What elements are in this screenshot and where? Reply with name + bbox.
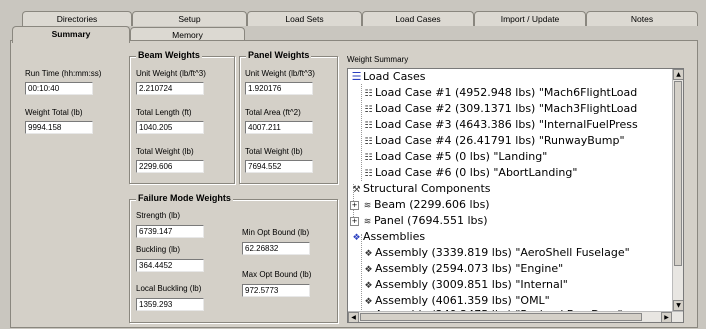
local-buckling-field[interactable]: 1359.293 (136, 298, 204, 311)
tree-node-panel[interactable]: + ≋ Panel (7694.551 lbs) (350, 213, 488, 229)
tab-load-cases[interactable]: Load Cases (362, 11, 474, 26)
tree-node-label: Assembly (2594.073 lbs) "Engine" (375, 262, 564, 275)
assembly-icon: ❖ (364, 265, 373, 275)
beam-length-label: Total Length (ft) (136, 108, 192, 117)
tree-node-structural-components[interactable]: ⚒ Structural Components (350, 181, 491, 197)
tree-node-assembly[interactable]: ❖ Assembly (2594.073 lbs) "Engine" (362, 261, 563, 277)
tree-node-label: Structural Components (363, 182, 491, 195)
buckling-label: Buckling (lb) (136, 245, 181, 254)
tree-node-label: Beam (2299.606 lbs) (374, 198, 490, 211)
load-case-icon: ☷ (364, 121, 373, 131)
tree-node-label: Assembly (4061.359 lbs) "OML" (375, 294, 550, 307)
tree-node-assembly[interactable]: ❖ Assembly (3009.851 lbs) "Internal" (362, 277, 568, 293)
tree-node-label: Load Case #3 (4643.386 lbs) "InternalFue… (375, 118, 638, 131)
tree-node-label: Panel (7694.551 lbs) (374, 214, 488, 227)
panel-unit-weight-field[interactable]: 1.920176 (245, 82, 313, 95)
tree-node-label: Assembly (3339.819 lbs) "AeroShell Fusel… (375, 246, 630, 259)
tree-node-load-case[interactable]: ☷ Load Case #6 (0 lbs) "AbortLanding" (362, 165, 577, 181)
max-opt-bound-label: Max Opt Bound (lb) (242, 270, 312, 279)
strength-field[interactable]: 6739.147 (136, 225, 204, 238)
horizontal-scrollbar[interactable]: ◀ ▶ (348, 311, 683, 322)
tab-directories[interactable]: Directories (22, 11, 132, 26)
beam-weight-field[interactable]: 2299.606 (136, 160, 204, 173)
panel-area-field[interactable]: 4007.211 (245, 121, 313, 134)
load-case-icon: ☷ (364, 153, 373, 163)
load-case-icon: ☷ (364, 89, 373, 99)
expand-icon[interactable]: + (350, 201, 359, 210)
vertical-scroll-thumb[interactable] (674, 81, 682, 266)
tree-node-load-cases[interactable]: ☰ Load Cases (350, 69, 426, 85)
scroll-up-icon[interactable]: ▲ (673, 69, 683, 80)
scroll-left-icon[interactable]: ◀ (348, 312, 359, 322)
min-opt-bound-field[interactable]: 62.26832 (242, 242, 310, 255)
panel-weight-label: Total Weight (lb) (245, 147, 303, 156)
assembly-icon: ❖ (364, 281, 373, 291)
local-buckling-label: Local Buckling (lb) (136, 284, 202, 293)
tree-node-label: Assemblies (363, 230, 426, 243)
list-icon: ☰ (351, 70, 362, 83)
tree-node-assembly[interactable]: ❖ Assembly (3339.819 lbs) "AeroShell Fuse… (362, 245, 630, 261)
tree-node-load-case[interactable]: ☷ Load Case #1 (4952.948 lbs) "Mach6Fligh… (362, 85, 637, 101)
horizontal-scroll-thumb[interactable] (360, 313, 642, 321)
load-case-icon: ☷ (364, 137, 373, 147)
buckling-field[interactable]: 364.4452 (136, 259, 204, 272)
tree-node-load-case[interactable]: ☷ Load Case #5 (0 lbs) "Landing" (362, 149, 547, 165)
strength-label: Strength (lb) (136, 211, 181, 220)
failure-mode-title: Failure Mode Weights (136, 193, 233, 203)
beam-icon: ≋ (363, 217, 372, 227)
tree-node-label: Load Case #4 (26.41791 lbs) "RunwayBump" (375, 134, 625, 147)
tree-node-label: Load Case #1 (4952.948 lbs) "Mach6Flight… (375, 86, 638, 99)
tree-node-label: Load Case #6 (0 lbs) "AbortLanding" (375, 166, 578, 179)
weight-total-label: Weight Total (lb) (25, 108, 83, 117)
run-time-label: Run Time (hh:mm:ss) (25, 69, 102, 78)
load-case-icon: ☷ (364, 169, 373, 179)
assembly-icon: ❖ (364, 249, 373, 259)
tools-icon: ⚒ (352, 185, 361, 195)
weight-summary-label: Weight Summary (347, 55, 409, 64)
tab-notes[interactable]: Notes (586, 11, 698, 26)
weight-summary-tree[interactable]: ☰ Load Cases ☷ Load Case #1 (4952.948 lbs)… (347, 68, 684, 323)
scroll-right-icon[interactable]: ▶ (661, 312, 672, 322)
beam-unit-weight-field[interactable]: 2.210724 (136, 82, 204, 95)
weight-total-field[interactable]: 9994.158 (25, 121, 93, 134)
tree-node-label: Load Cases (363, 70, 426, 83)
beam-weights-title: Beam Weights (136, 50, 202, 60)
panel-unit-weight-label: Unit Weight (lb/ft^3) (245, 69, 315, 78)
panel-weights-title: Panel Weights (246, 50, 312, 60)
run-time-field[interactable]: 00:10:40 (25, 82, 93, 95)
vertical-scrollbar[interactable]: ▲ ▼ (672, 69, 683, 322)
beam-length-field[interactable]: 1040.205 (136, 121, 204, 134)
tree-node-label: Load Case #2 (309.1371 lbs) "Mach3Flight… (375, 102, 638, 115)
beam-unit-weight-label: Unit Weight (lb/ft^3) (136, 69, 206, 78)
panel-weight-field[interactable]: 7694.552 (245, 160, 313, 173)
expand-icon[interactable]: + (350, 217, 359, 226)
tab-setup[interactable]: Setup (132, 11, 247, 26)
load-case-icon: ☷ (364, 105, 373, 115)
assembly-icon: ❖ (352, 233, 361, 243)
tab-import-update[interactable]: Import / Update (474, 11, 586, 26)
tab-summary[interactable]: Summary (12, 26, 130, 43)
tree-node-beam[interactable]: + ≋ Beam (2299.606 lbs) (350, 197, 490, 213)
tree-node-load-case[interactable]: ☷ Load Case #3 (4643.386 lbs) "InternalFu… (362, 117, 638, 133)
min-opt-bound-label: Min Opt Bound (lb) (242, 228, 310, 237)
beam-weight-label: Total Weight (lb) (136, 147, 194, 156)
scroll-down-icon[interactable]: ▼ (673, 300, 683, 311)
tree-node-label: Load Case #5 (0 lbs) "Landing" (375, 150, 548, 163)
panel-area-label: Total Area (ft^2) (245, 108, 301, 117)
max-opt-bound-field[interactable]: 972.5773 (242, 284, 310, 297)
beam-icon: ≋ (363, 201, 372, 211)
tab-load-sets[interactable]: Load Sets (247, 11, 362, 26)
tree-node-label: Assembly (3009.851 lbs) "Internal" (375, 278, 568, 291)
tree-node-load-case[interactable]: ☷ Load Case #4 (26.41791 lbs) "RunwayBump… (362, 133, 625, 149)
tree-node-load-case[interactable]: ☷ Load Case #2 (309.1371 lbs) "Mach3Fligh… (362, 101, 637, 117)
tree-node-assemblies[interactable]: ❖ Assemblies (350, 229, 425, 245)
